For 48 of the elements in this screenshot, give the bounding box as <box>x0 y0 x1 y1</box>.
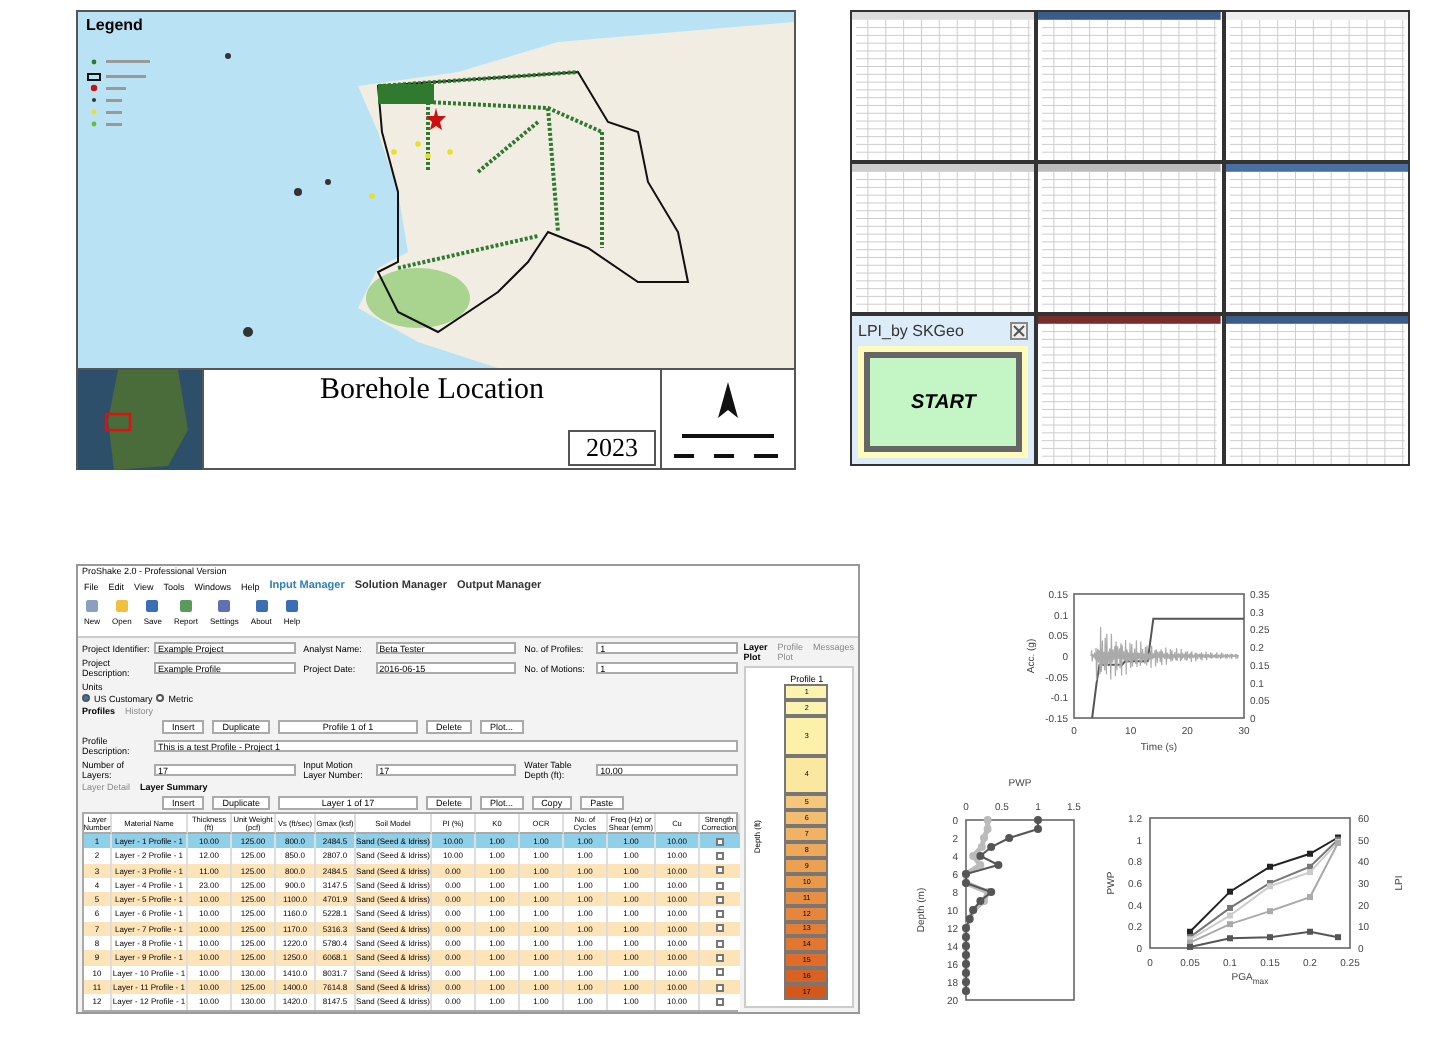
close-icon[interactable] <box>1010 322 1029 340</box>
point <box>1267 934 1273 941</box>
map-year: 2023 <box>568 430 656 466</box>
point <box>1227 912 1233 919</box>
point <box>1267 908 1273 915</box>
start-button[interactable]: START <box>864 352 1023 452</box>
point <box>1227 935 1233 942</box>
checkbox[interactable] <box>716 895 724 904</box>
legend-title: Legend <box>86 16 143 34</box>
checkbox[interactable] <box>716 939 724 948</box>
checkbox[interactable] <box>716 983 724 992</box>
checkbox[interactable] <box>716 954 724 963</box>
checkbox[interactable] <box>716 881 724 890</box>
point <box>976 852 985 860</box>
point <box>977 843 986 851</box>
checkbox[interactable] <box>716 851 724 860</box>
point <box>980 834 988 842</box>
point <box>1034 816 1042 824</box>
point <box>976 861 985 869</box>
point <box>1227 888 1233 895</box>
radio-button[interactable] <box>82 694 90 702</box>
checkbox[interactable] <box>716 837 724 846</box>
point <box>969 852 978 860</box>
point <box>1005 834 1014 842</box>
point <box>994 861 1003 869</box>
checkbox[interactable] <box>716 924 724 933</box>
checkbox[interactable] <box>716 968 724 977</box>
map-title: Borehole Location <box>319 374 545 408</box>
checkbox[interactable] <box>716 866 724 875</box>
checkbox[interactable] <box>716 997 724 1006</box>
point <box>1307 869 1313 876</box>
point <box>1307 894 1313 901</box>
inset-map-drawing <box>78 370 202 470</box>
point <box>1267 863 1273 870</box>
point <box>1307 928 1313 935</box>
point <box>1335 934 1341 941</box>
point <box>1034 825 1042 833</box>
point <box>1307 850 1313 857</box>
toolbar-icon <box>216 598 233 614</box>
legend-markers <box>87 59 150 127</box>
point <box>1227 904 1233 911</box>
point <box>1227 921 1233 928</box>
point <box>983 825 992 833</box>
checkbox[interactable] <box>716 910 724 919</box>
dialog-title: LPI_by SKGeo <box>858 322 964 340</box>
point <box>987 843 996 851</box>
point <box>983 816 992 824</box>
radio-button[interactable] <box>156 694 165 702</box>
